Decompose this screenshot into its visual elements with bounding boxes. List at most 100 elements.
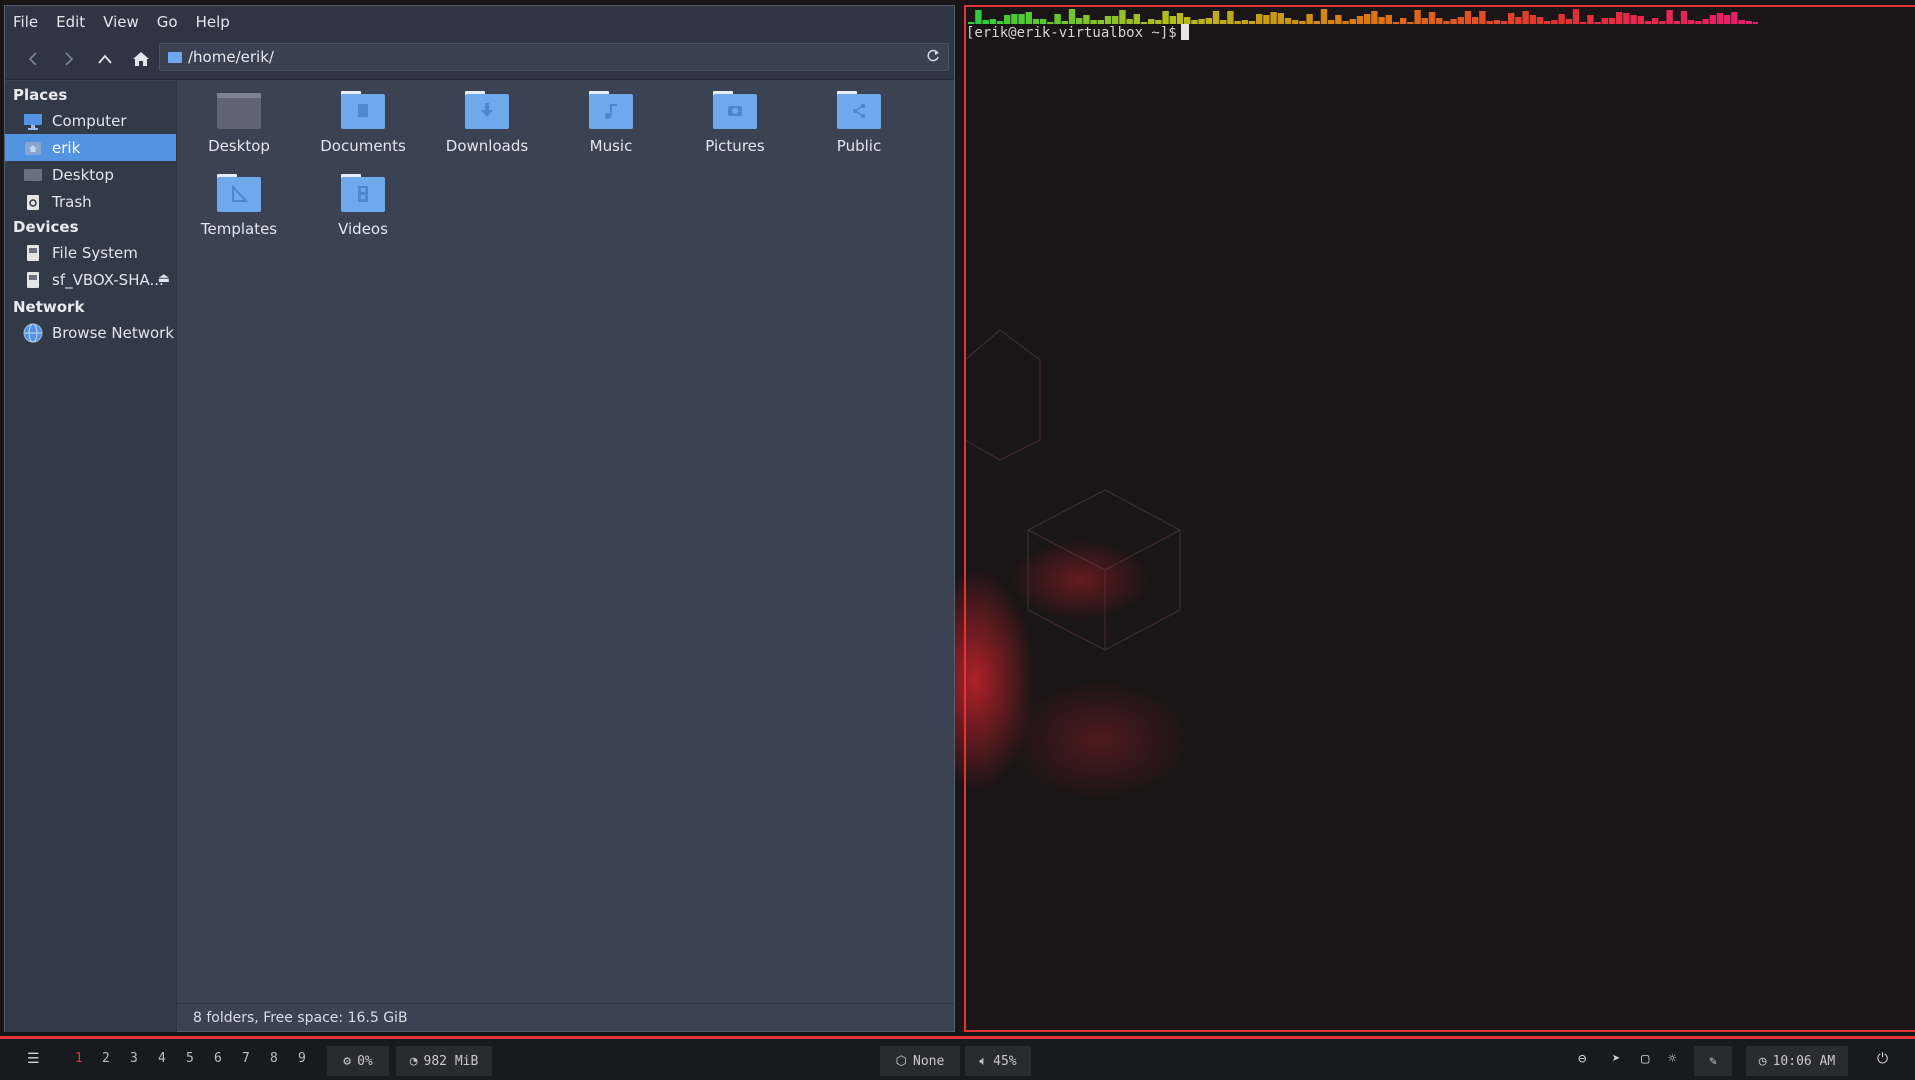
visualizer-bar bbox=[1472, 17, 1479, 24]
workspace-7[interactable]: 7 bbox=[242, 1051, 250, 1066]
visualizer-bar bbox=[1450, 19, 1457, 24]
location-path[interactable]: /home/erik/ bbox=[188, 48, 274, 66]
file-manager-window: File Edit View Go Help /home/erik/ Place… bbox=[4, 5, 955, 1032]
visualizer-bar bbox=[1644, 21, 1652, 24]
cpu-icon: ⚙ bbox=[343, 1053, 352, 1069]
visualizer-bar bbox=[1220, 20, 1227, 24]
documents-folder-icon bbox=[341, 91, 385, 129]
up-button[interactable] bbox=[87, 44, 123, 74]
location-bar[interactable]: /home/erik/ bbox=[159, 43, 949, 71]
workspace-4[interactable]: 4 bbox=[158, 1051, 166, 1066]
visualizer-bar bbox=[1241, 20, 1248, 24]
visualizer-bar bbox=[1421, 18, 1428, 24]
visualizer-bar bbox=[1292, 20, 1299, 24]
volume-widget[interactable]: 🔈︎ 45% bbox=[965, 1046, 1031, 1076]
trash-icon bbox=[23, 193, 43, 211]
feather-widget[interactable]: ✎ bbox=[1694, 1046, 1732, 1076]
menu-view[interactable]: View bbox=[103, 13, 139, 31]
visualizer-bar bbox=[1529, 15, 1536, 24]
workspace-2[interactable]: 2 bbox=[102, 1051, 110, 1066]
visualizer-bar bbox=[1349, 19, 1356, 24]
workspace-8[interactable]: 8 bbox=[270, 1051, 278, 1066]
menu-help[interactable]: Help bbox=[196, 13, 230, 31]
forward-button[interactable] bbox=[51, 44, 87, 74]
visualizer-bar bbox=[1234, 21, 1241, 24]
sidebar-item-label: Desktop bbox=[52, 165, 114, 184]
visualizer-bar bbox=[1709, 15, 1716, 24]
clock-widget[interactable]: ◷ 10:06 AM bbox=[1746, 1046, 1848, 1076]
eject-icon[interactable]: ⏏ bbox=[158, 271, 170, 286]
devices-heading: Devices bbox=[13, 218, 79, 236]
file-item[interactable]: Pictures bbox=[675, 91, 795, 155]
places-heading: Places bbox=[13, 86, 68, 104]
visualizer-bar bbox=[1356, 16, 1364, 24]
file-item[interactable]: Templates bbox=[179, 174, 299, 238]
back-button[interactable] bbox=[15, 44, 51, 74]
sidebar-item-vbox-share[interactable]: sf_VBOX-SHA... ⏏ bbox=[5, 266, 176, 293]
visualizer-bar bbox=[1659, 21, 1666, 24]
file-name: Desktop bbox=[208, 137, 270, 155]
visualizer-bar bbox=[1515, 17, 1522, 24]
visualizer-bar bbox=[1738, 20, 1745, 24]
visualizer-bar bbox=[1724, 15, 1731, 24]
workspace-9[interactable]: 9 bbox=[298, 1051, 306, 1066]
file-item[interactable]: Music bbox=[551, 91, 671, 155]
visualizer-bar bbox=[1680, 11, 1688, 24]
home-button[interactable] bbox=[123, 44, 159, 74]
file-item[interactable]: Downloads bbox=[427, 91, 547, 155]
visualizer-bar bbox=[1191, 20, 1198, 24]
sidebar-item-computer[interactable]: Computer bbox=[5, 107, 176, 134]
window-icon[interactable]: ▢ bbox=[1641, 1051, 1649, 1067]
file-item[interactable]: Desktop bbox=[179, 91, 299, 155]
visualizer-bar bbox=[1025, 12, 1032, 24]
network-widget[interactable]: ⬡ None bbox=[880, 1046, 960, 1076]
do-not-disturb-icon[interactable]: ⊖ bbox=[1578, 1051, 1586, 1067]
visualizer-bar bbox=[1637, 16, 1644, 24]
prompt-text: [erik@erik-virtualbox ~]$ bbox=[966, 25, 1177, 41]
menu-icon[interactable]: ☰ bbox=[27, 1051, 40, 1067]
visualizer-bar bbox=[1536, 17, 1544, 24]
visualizer-bar bbox=[1198, 19, 1205, 24]
sidebar-item-file-system[interactable]: File System bbox=[5, 239, 176, 266]
cpu-widget[interactable]: ⚙ 0% bbox=[327, 1046, 389, 1076]
visualizer-bar bbox=[1731, 12, 1738, 24]
file-item[interactable]: Documents bbox=[303, 91, 423, 155]
sidebar-item-label: Computer bbox=[52, 111, 127, 130]
brightness-icon[interactable]: ☼ bbox=[1668, 1051, 1676, 1067]
workspace-3[interactable]: 3 bbox=[130, 1051, 138, 1066]
visualizer-bar bbox=[1580, 22, 1587, 24]
visualizer-bar bbox=[1306, 14, 1313, 24]
visualizer-bar bbox=[1623, 13, 1630, 24]
downloads-folder-icon bbox=[465, 91, 509, 129]
visualizer-bar bbox=[1608, 18, 1616, 24]
workspace-5[interactable]: 5 bbox=[186, 1051, 194, 1066]
sidebar: Places Computer erik Desktop Trash Devic… bbox=[5, 81, 177, 1032]
sidebar-item-trash[interactable]: Trash bbox=[5, 188, 176, 215]
feather-icon: ✎ bbox=[1709, 1053, 1717, 1069]
visualizer-bar bbox=[1068, 9, 1076, 24]
sidebar-item-browse-network[interactable]: Browse Network bbox=[5, 319, 176, 346]
menu-edit[interactable]: Edit bbox=[56, 13, 85, 31]
visualizer-bar bbox=[1328, 20, 1335, 24]
visualizer-bar bbox=[1176, 13, 1184, 24]
sidebar-item-desktop[interactable]: Desktop bbox=[5, 161, 176, 188]
visualizer-bar bbox=[1364, 14, 1371, 24]
file-item[interactable]: Public bbox=[799, 91, 919, 155]
visualizer-bar bbox=[1716, 13, 1724, 24]
visualizer-bar bbox=[1673, 21, 1680, 24]
visualizer-bar bbox=[1544, 21, 1551, 24]
menu-file[interactable]: File bbox=[13, 13, 38, 31]
sidebar-item-erik[interactable]: erik bbox=[5, 134, 176, 161]
send-icon[interactable]: ➤ bbox=[1612, 1051, 1620, 1067]
workspace-6[interactable]: 6 bbox=[214, 1051, 222, 1066]
workspace-1[interactable]: 1 bbox=[75, 1051, 83, 1066]
reload-icon[interactable] bbox=[926, 49, 940, 63]
file-item[interactable]: Videos bbox=[303, 174, 423, 238]
terminal-prompt[interactable]: [erik@erik-virtualbox ~]$ bbox=[966, 24, 1189, 41]
visualizer-bar bbox=[1112, 16, 1119, 24]
menu-go[interactable]: Go bbox=[157, 13, 178, 31]
drive-icon bbox=[23, 271, 43, 289]
memory-widget[interactable]: ◔ 982 MiB bbox=[396, 1046, 492, 1076]
power-icon[interactable]: ⏻ bbox=[1877, 1051, 1888, 1067]
terminal-window[interactable] bbox=[964, 5, 1915, 1032]
